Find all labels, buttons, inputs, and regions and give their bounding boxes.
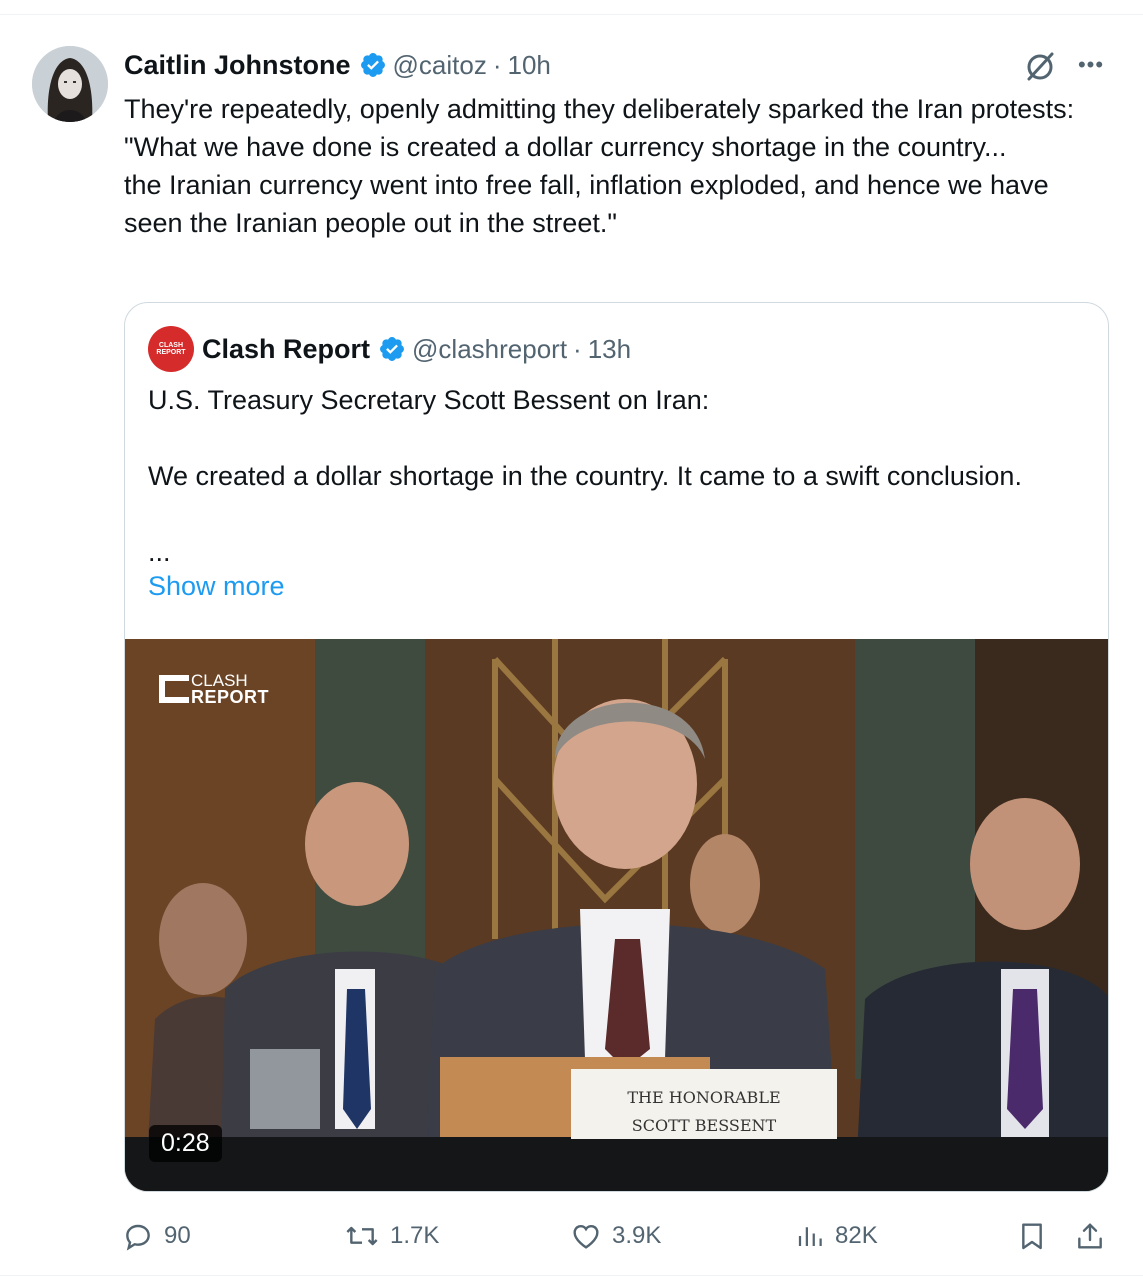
- verified-badge-icon: [359, 51, 387, 79]
- video-duration: 0:28: [149, 1125, 222, 1162]
- views-button[interactable]: 82K: [795, 1214, 878, 1258]
- tweet-body: They're repeatedly, openly admitting the…: [124, 94, 1075, 238]
- quoted-body: U.S. Treasury Secretary Scott Bessent on…: [148, 385, 1022, 567]
- quoted-author-handle[interactable]: @clashreport: [412, 334, 567, 365]
- verified-badge-icon: [378, 335, 406, 363]
- avatar[interactable]: [32, 46, 108, 122]
- clash-report-watermark: CLASH REPORT: [159, 672, 270, 707]
- reply-count: 90: [164, 1222, 191, 1249]
- quoted-author-name[interactable]: Clash Report: [202, 334, 370, 365]
- more-options-icon[interactable]: •••: [1074, 50, 1108, 80]
- repost-button[interactable]: 1.7K: [344, 1214, 439, 1258]
- show-more-link[interactable]: Show more: [148, 571, 285, 602]
- video-thumbnail: THE HONORABLE SCOTT BESSENT: [125, 639, 1108, 1191]
- author-handle[interactable]: @caitoz: [393, 50, 487, 81]
- grok-icon[interactable]: [1022, 48, 1058, 84]
- quoted-time[interactable]: 13h: [588, 334, 631, 365]
- watermark-c-icon: [159, 675, 189, 703]
- action-bar: 90 1.7K 3.9K 82K: [0, 1214, 1143, 1258]
- tweet-header: Caitlin Johnstone @caitoz · 10h: [124, 48, 551, 82]
- clash-report-logo[interactable]: CLASH REPORT: [148, 326, 194, 372]
- views-icon: [798, 1227, 822, 1246]
- reply-icon: [126, 1224, 150, 1251]
- video-player[interactable]: THE HONORABLE SCOTT BESSENT CLASH REPORT…: [125, 639, 1108, 1191]
- quoted-tweet[interactable]: CLASH REPORT Clash Report @clashreport · …: [124, 302, 1109, 1192]
- like-button[interactable]: 3.9K: [570, 1214, 661, 1258]
- avatar-image: [32, 46, 108, 122]
- reply-button[interactable]: 90: [122, 1214, 191, 1258]
- share-button[interactable]: [1074, 1214, 1116, 1258]
- repost-count: 1.7K: [390, 1222, 440, 1249]
- quoted-header: CLASH REPORT Clash Report @clashreport · …: [148, 325, 631, 373]
- repost-icon: [346, 1226, 378, 1246]
- separator-dot: ·: [492, 49, 502, 80]
- bookmark-icon: [1022, 1223, 1042, 1250]
- views-count: 82K: [835, 1222, 878, 1249]
- nameplate-line2: SCOTT BESSENT: [632, 1116, 777, 1135]
- tweet-time[interactable]: 10h: [508, 50, 551, 81]
- separator-dot: ·: [573, 333, 582, 364]
- author-name[interactable]: Caitlin Johnstone: [124, 50, 351, 81]
- like-count: 3.9K: [612, 1222, 662, 1249]
- quoted-text: U.S. Treasury Secretary Scott Bessent on…: [148, 381, 1048, 571]
- nameplate-line1: THE HONORABLE: [627, 1088, 780, 1107]
- heart-icon: [573, 1224, 599, 1249]
- watermark-bottom: REPORT: [191, 687, 270, 707]
- bookmark-button[interactable]: [1016, 1214, 1058, 1258]
- share-icon: [1078, 1223, 1102, 1249]
- tweet-text: They're repeatedly, openly admitting the…: [124, 90, 1104, 242]
